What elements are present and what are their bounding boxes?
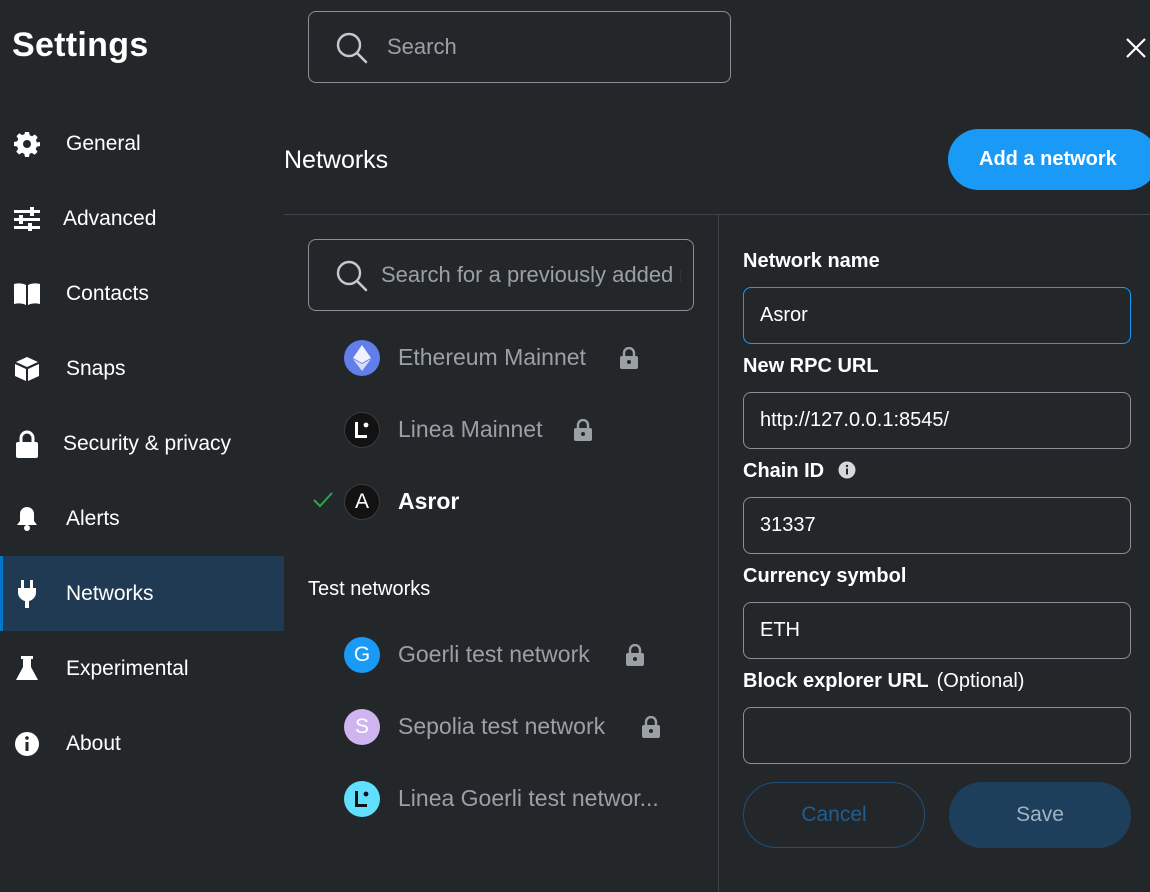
info-icon	[14, 731, 40, 757]
network-avatar: S	[344, 709, 380, 745]
network-item[interactable]: Ethereum Mainnet	[308, 333, 708, 383]
check-icon	[313, 492, 333, 508]
sidebar-item-label: General	[66, 131, 141, 155]
network-name: Linea Goerli test networ...	[398, 785, 659, 811]
block-explorer-label: Block explorer URL (Optional)	[743, 670, 1024, 693]
sidebar-item-label: Snaps	[66, 356, 126, 380]
sidebar-item-contacts[interactable]: Contacts	[0, 256, 284, 331]
bell-icon	[14, 506, 40, 532]
network-name: Sepolia test network	[398, 713, 606, 739]
ethereum-icon	[344, 340, 380, 376]
network-name-field[interactable]	[743, 287, 1131, 344]
currency-symbol-field[interactable]	[743, 602, 1131, 659]
rpc-url-label: New RPC URL	[743, 355, 879, 377]
plug-icon	[14, 579, 40, 608]
block-explorer-field[interactable]	[743, 707, 1131, 764]
network-item-selected[interactable]: A Asror	[308, 477, 708, 527]
lock-icon	[574, 419, 592, 441]
test-networks-heading: Test networks	[308, 578, 431, 600]
network-name: Linea Mainnet	[398, 416, 543, 442]
network-item[interactable]: Linea Goerli test networ...	[308, 774, 708, 824]
network-name: Goerli test network	[398, 641, 590, 667]
rpc-url-field[interactable]	[743, 392, 1131, 449]
sidebar-item-alerts[interactable]: Alerts	[0, 481, 284, 556]
network-avatar: G	[344, 637, 380, 673]
box-icon	[14, 356, 40, 382]
sidebar-item-experimental[interactable]: Experimental	[0, 631, 284, 706]
info-icon[interactable]	[838, 461, 856, 479]
network-avatar: A	[344, 484, 380, 520]
network-item[interactable]: Linea Mainnet	[308, 405, 708, 455]
lock-icon	[14, 430, 40, 458]
divider	[718, 215, 719, 892]
lock-icon	[642, 716, 660, 738]
add-network-button[interactable]: Add a network	[948, 129, 1150, 190]
cancel-button[interactable]: Cancel	[743, 782, 925, 848]
search-icon	[336, 260, 368, 292]
sidebar-item-label: Experimental	[66, 656, 189, 680]
page-title: Settings	[12, 26, 149, 64]
book-icon	[14, 281, 40, 307]
sidebar-item-snaps[interactable]: Snaps	[0, 331, 284, 406]
block-explorer-label-text: Block explorer URL	[743, 670, 929, 692]
linea-icon	[344, 781, 380, 817]
network-item[interactable]: S Sepolia test network	[308, 702, 708, 752]
settings-sidebar: General Advanced Contacts Snaps Security…	[0, 106, 284, 781]
network-search-input[interactable]	[381, 240, 681, 310]
lock-icon	[626, 644, 644, 666]
search-icon	[336, 32, 368, 64]
gear-icon	[14, 131, 40, 157]
network-name-label: Network name	[743, 250, 880, 272]
network-name: Ethereum Mainnet	[398, 344, 586, 370]
currency-symbol-label: Currency symbol	[743, 565, 907, 587]
search-input[interactable]	[387, 12, 717, 82]
sidebar-item-label: Alerts	[66, 506, 120, 530]
network-item[interactable]: G Goerli test network	[308, 630, 708, 680]
sidebar-item-networks[interactable]: Networks	[0, 556, 284, 631]
sidebar-item-label: Contacts	[66, 281, 149, 305]
settings-search[interactable]	[308, 11, 731, 83]
sliders-icon	[14, 206, 40, 232]
sidebar-item-label: Networks	[66, 581, 154, 605]
optional-tag: (Optional)	[936, 670, 1025, 692]
lock-icon	[620, 347, 638, 369]
sidebar-item-label: Security & privacy	[63, 431, 232, 455]
chain-id-label: Chain ID	[743, 460, 825, 482]
chain-id-field[interactable]	[743, 497, 1131, 554]
sidebar-item-advanced[interactable]: Advanced	[0, 181, 284, 256]
network-name: Asror	[398, 488, 460, 514]
sidebar-item-label: Advanced	[63, 206, 157, 230]
linea-icon	[344, 412, 380, 448]
save-button[interactable]: Save	[949, 782, 1131, 848]
divider	[284, 214, 1150, 215]
section-title: Networks	[284, 146, 389, 174]
sidebar-item-label: About	[66, 731, 121, 755]
network-search[interactable]	[308, 239, 694, 311]
sidebar-item-security[interactable]: Security & privacy	[0, 406, 284, 481]
sidebar-item-about[interactable]: About	[0, 706, 284, 781]
sidebar-item-general[interactable]: General	[0, 106, 284, 181]
flask-icon	[14, 655, 40, 682]
close-icon[interactable]	[1124, 36, 1148, 60]
